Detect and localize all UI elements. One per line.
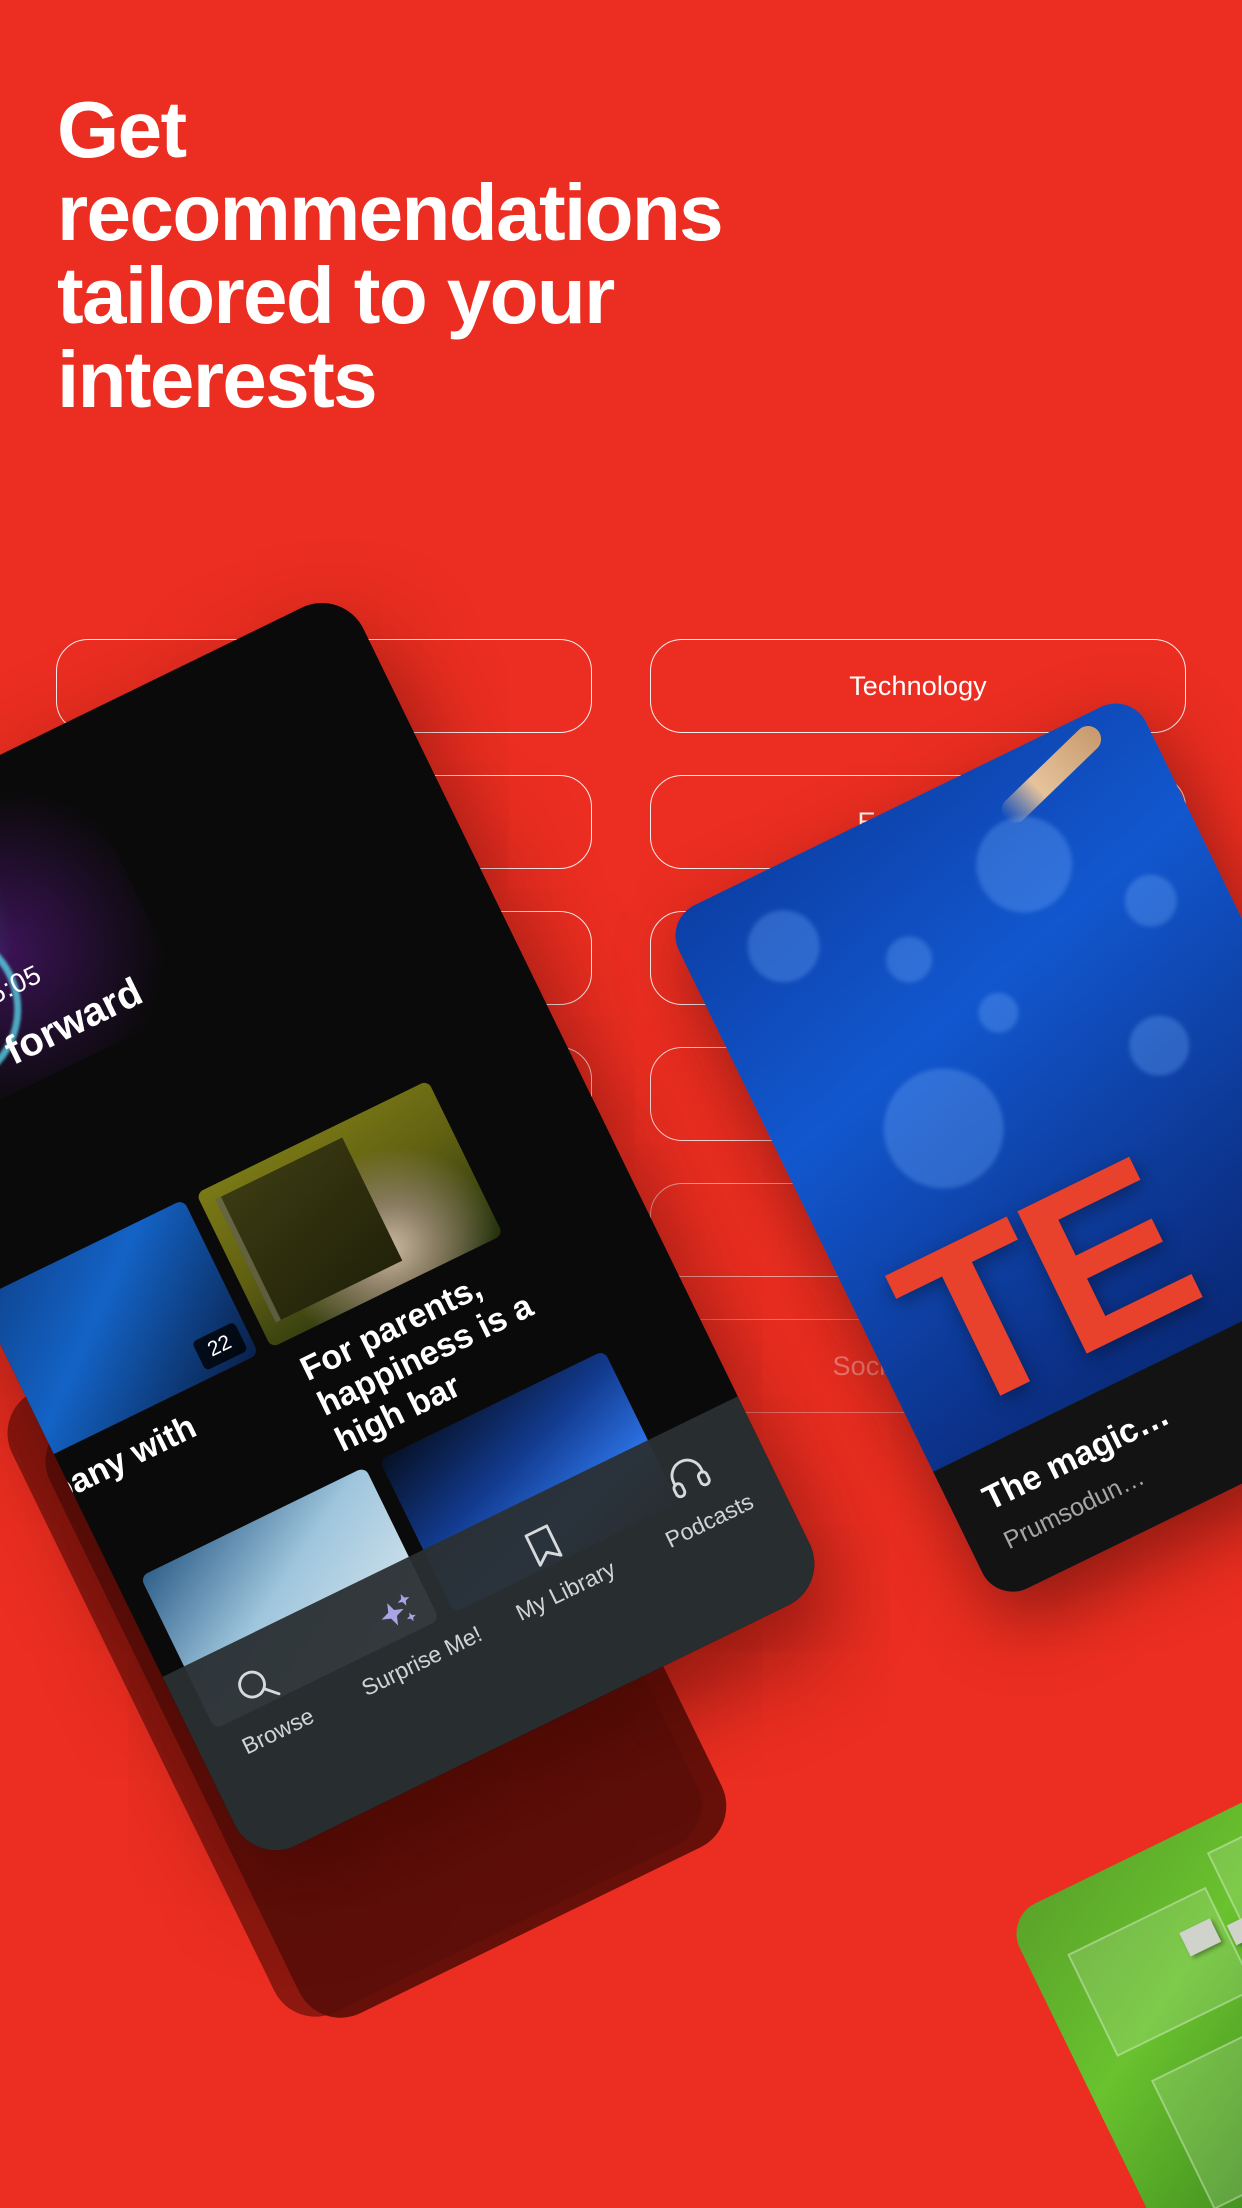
bookmark-icon	[513, 1515, 575, 1577]
aerial-photo-card	[1005, 1690, 1242, 2208]
section-heading-talks: …ks	[22, 1551, 122, 1632]
interest-chip-business[interactable]: Business	[56, 1047, 592, 1141]
interest-chip-label: Personal growth	[225, 942, 423, 973]
bokeh-dot	[971, 986, 1026, 1040]
bottom-navigation-bar: Browse Surprise Me! My Library Podcasts	[162, 1396, 830, 1866]
nav-tab-podcasts[interactable]: Podcasts	[605, 1420, 787, 1568]
bokeh-dot	[878, 928, 940, 991]
interest-chip-the-future[interactable]: The future	[56, 1183, 592, 1277]
onboarding-screen: Get recommendations tailored to your int…	[0, 0, 1242, 2208]
sparkles-icon	[369, 1585, 431, 1647]
status-bar-clock: 15:05	[0, 959, 46, 1017]
search-icon	[225, 1655, 287, 1717]
bokeh-dot	[959, 800, 1089, 929]
interest-chip-label: Technology	[849, 670, 987, 701]
page-title: Get recommendations tailored to your int…	[57, 85, 724, 424]
talk-thumbnail[interactable]	[140, 1466, 440, 1730]
interest-chip-art-design[interactable]: Art & design	[56, 775, 592, 869]
nav-tab-surprise-me[interactable]: Surprise Me!	[318, 1560, 500, 1708]
interest-chip-label: Humanity	[266, 1350, 382, 1381]
interest-chip-humanity[interactable]: Humanity	[56, 1319, 592, 1413]
phone-glow-ring	[0, 899, 49, 1119]
interest-chip-science[interactable]: Science	[56, 639, 592, 733]
interest-chip-label: The future	[261, 1214, 387, 1245]
bokeh-dot	[735, 898, 832, 995]
interest-chip-label: Business	[268, 1078, 380, 1109]
headphones-icon	[657, 1445, 719, 1507]
bokeh-dot	[1116, 865, 1186, 936]
nav-tab-label: Podcasts	[661, 1487, 758, 1553]
nav-tab-my-library[interactable]: My Library	[462, 1490, 644, 1638]
nav-tab-label: Surprise Me!	[357, 1620, 486, 1701]
bokeh-dot	[1119, 1005, 1200, 1086]
field-plot	[1067, 1886, 1242, 2057]
nav-tab-label: Browse	[237, 1702, 318, 1760]
nav-tab-label: My Library	[511, 1555, 620, 1626]
interest-chip-personal-growth[interactable]: Personal growth	[56, 911, 592, 1005]
interest-chip-label: Science	[275, 670, 373, 701]
nav-tab-browse[interactable]: Browse	[174, 1630, 356, 1778]
interest-chip-label: Art & design	[249, 806, 399, 837]
